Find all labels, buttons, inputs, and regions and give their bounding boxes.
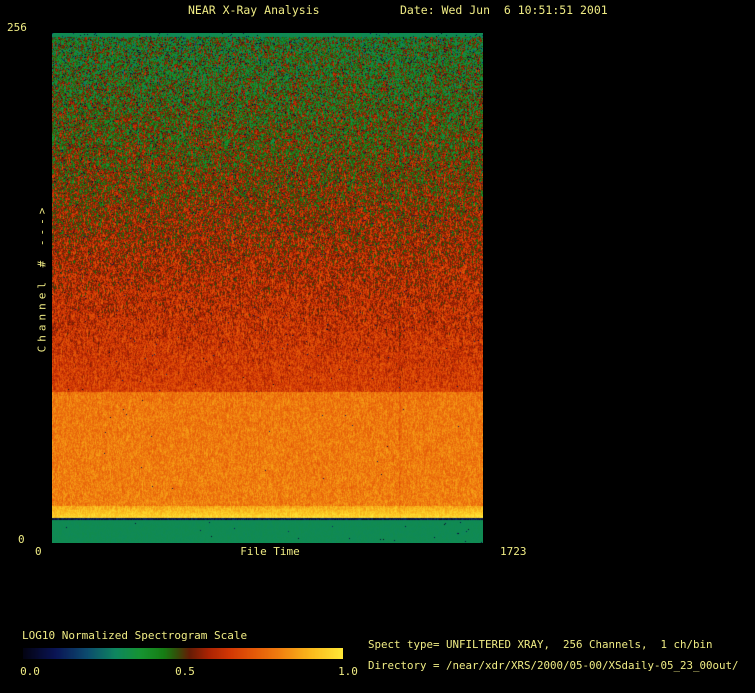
x-axis-title: File Time — [240, 545, 300, 558]
y-axis-min-label: 0 — [18, 533, 25, 546]
colorbar-tick-mid: 0.5 — [175, 665, 195, 678]
x-axis-min-label: 0 — [35, 545, 42, 558]
near-xray-analysis-window: NEAR X-Ray Analysis Date: Wed Jun 6 10:5… — [0, 0, 755, 693]
x-axis-max-label: 1723 — [500, 545, 527, 558]
spectrogram-heatmap — [52, 33, 483, 543]
y-axis-title: Channel # ---> — [35, 203, 49, 353]
colorbar-tick-high: 1.0 — [338, 665, 358, 678]
spect-type-line: Spect type= UNFILTERED XRAY, 256 Channel… — [368, 638, 713, 651]
page-title: NEAR X-Ray Analysis — [188, 3, 320, 17]
colorbar-gradient — [23, 648, 343, 659]
colorbar-tick-low: 0.0 — [20, 665, 40, 678]
y-axis-max-label: 256 — [7, 21, 27, 34]
colorbar-title: LOG10 Normalized Spectrogram Scale — [22, 629, 248, 642]
date-label: Date: Wed Jun 6 10:51:51 2001 — [400, 3, 608, 17]
directory-line: Directory = /near/xdr/XRS/2000/05-00/XSd… — [368, 659, 739, 672]
